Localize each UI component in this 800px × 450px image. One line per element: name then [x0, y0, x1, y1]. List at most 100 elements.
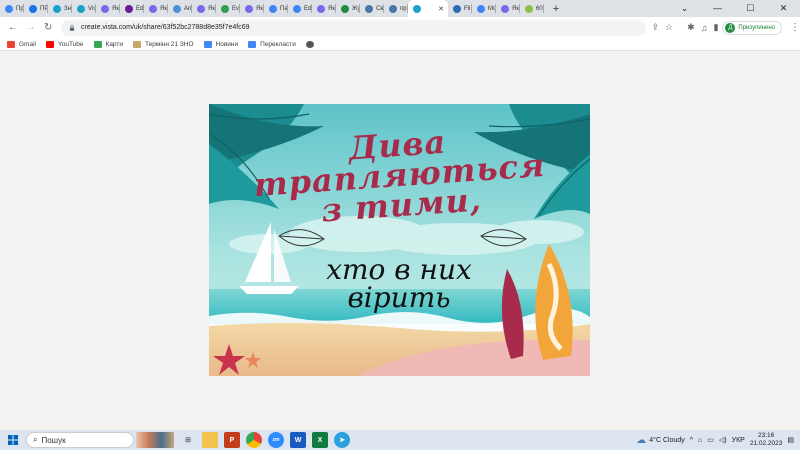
- profile-button[interactable]: Д Призупинено: [722, 20, 782, 35]
- tab[interactable]: ПР: [24, 0, 48, 17]
- chevron-up-icon[interactable]: ^: [690, 437, 693, 444]
- excel-icon[interactable]: X: [312, 432, 328, 448]
- notifications-icon[interactable]: ▤: [787, 436, 794, 444]
- tab[interactable]: Зн: [48, 0, 72, 17]
- word-icon[interactable]: W: [290, 432, 306, 448]
- maximize-button[interactable]: ☐: [734, 0, 767, 17]
- tab[interactable]: пр: [384, 0, 408, 17]
- battery-icon[interactable]: ▭: [707, 436, 714, 444]
- tab[interactable]: Evi: [216, 0, 240, 17]
- back-button[interactable]: ←: [4, 22, 22, 33]
- taskbar-search[interactable]: ⌕ Пошук: [26, 432, 134, 448]
- tab[interactable]: Як: [312, 0, 336, 17]
- telegram-icon[interactable]: ➤: [334, 432, 350, 448]
- tab[interactable]: Edi: [288, 0, 312, 17]
- image-icon: [173, 4, 181, 13]
- google-icon: [269, 4, 277, 13]
- tab-label: Як: [208, 5, 215, 12]
- tab-label: Па: [280, 5, 288, 12]
- tab-label: Св: [376, 5, 384, 12]
- bookmark-item[interactable]: [305, 40, 318, 48]
- tab[interactable]: Жу: [336, 0, 360, 17]
- task-view-icon[interactable]: ⊞: [180, 432, 196, 448]
- tab[interactable]: Па: [264, 0, 288, 17]
- vista-icon: [77, 4, 85, 13]
- tab-label: 60: [536, 5, 543, 12]
- tab[interactable]: Як: [96, 0, 120, 17]
- tab-label: Mo: [488, 5, 496, 12]
- url-text: create.vista.com/uk/share/63f52bc2788d8e…: [81, 24, 250, 31]
- speaker-icon[interactable]: ◁): [719, 436, 727, 444]
- tab[interactable]: Пр: [0, 0, 24, 17]
- evi-icon: [221, 4, 229, 13]
- bookmark-label: Перекласти: [260, 40, 296, 48]
- tab[interactable]: Як: [192, 0, 216, 17]
- bookmark-item[interactable]: Gmail: [7, 40, 36, 48]
- share-icon[interactable]: ⇪: [652, 22, 660, 33]
- bookmark-star-icon[interactable]: ☆: [665, 22, 673, 33]
- subline-line-2: вірить: [347, 281, 451, 314]
- chrome-icon[interactable]: [246, 432, 262, 448]
- bookmark-item[interactable]: YouTube: [45, 40, 84, 48]
- gear-icon: [317, 4, 325, 13]
- gmail-icon: [7, 40, 15, 48]
- new-tab-button[interactable]: +: [548, 3, 564, 15]
- vista-icon: [413, 4, 421, 13]
- window-controls: ⌄ — ☐ ✕: [668, 0, 800, 17]
- search-highlight-image[interactable]: [136, 432, 174, 448]
- start-button[interactable]: [0, 435, 26, 445]
- file-explorer-icon[interactable]: [202, 432, 218, 448]
- bookmark-label: Новини: [215, 40, 239, 48]
- bookmark-item[interactable]: Терміни 21 ЗНО: [133, 40, 194, 48]
- menu-icon[interactable]: ⋮: [790, 22, 800, 33]
- tab[interactable]: Ап: [168, 0, 192, 17]
- browser-toolbar: ← → ↻ create.vista.com/uk/share/63f52bc2…: [0, 17, 800, 38]
- close-window-button[interactable]: ✕: [767, 0, 800, 17]
- weather-widget[interactable]: ☁ 4°C Cloudy: [636, 435, 684, 446]
- side-panel-icon[interactable]: ▮: [713, 22, 718, 33]
- tab-list: Пр ПР Зн Vis Як Edi Як Ап Як Evi Як Па Edi Як Жу Св пр ✕ F…: [0, 0, 544, 17]
- tab-search-button[interactable]: ⌄: [668, 0, 701, 17]
- tab-label: пр: [400, 5, 407, 12]
- tab-label: Як: [512, 5, 519, 12]
- maps-icon: [93, 40, 102, 48]
- tab-label: Ап: [184, 5, 192, 12]
- media-icon[interactable]: ♫: [701, 23, 708, 33]
- address-bar[interactable]: create.vista.com/uk/share/63f52bc2788d8e…: [61, 19, 646, 36]
- weather-text: 4°C Cloudy: [649, 436, 685, 444]
- tab[interactable]: Mo: [472, 0, 496, 17]
- tab-label: Evi: [232, 5, 240, 12]
- forward-button[interactable]: →: [22, 22, 40, 33]
- extensions-icon[interactable]: ✱: [687, 22, 695, 33]
- close-tab-icon[interactable]: ✕: [438, 5, 444, 13]
- language-indicator[interactable]: УКР: [732, 437, 745, 444]
- tab[interactable]: 60: [520, 0, 544, 17]
- profile-status: Призупинено: [738, 24, 775, 31]
- tab-strip: Пр ПР Зн Vis Як Edi Як Ап Як Evi Як Па Edi Як Жу Св пр ✕ F…: [0, 0, 800, 17]
- minimize-button[interactable]: —: [701, 0, 734, 17]
- bookmarks-bar: Gmail YouTube Карти Терміни 21 ЗНО Новини Пер…: [0, 38, 800, 51]
- bookmark-item[interactable]: Карти: [93, 40, 123, 48]
- tab[interactable]: Edi: [120, 0, 144, 17]
- clock[interactable]: 23:16 21.02.2023: [750, 432, 783, 448]
- search-label: Пошук: [41, 435, 66, 445]
- bookmark-item[interactable]: Перекласти: [248, 40, 296, 48]
- tab[interactable]: Як: [240, 0, 264, 17]
- tab[interactable]: Св: [360, 0, 384, 17]
- powerpoint-icon[interactable]: P: [224, 432, 240, 448]
- vista-icon: [53, 4, 61, 13]
- bookmark-item[interactable]: Новини: [203, 40, 239, 48]
- tab-label: Як: [328, 5, 335, 12]
- google-icon: [293, 4, 301, 13]
- tab[interactable]: Як: [144, 0, 168, 17]
- google-icon: [5, 4, 13, 13]
- tab[interactable]: Як: [496, 0, 520, 17]
- tab[interactable]: Vis: [72, 0, 96, 17]
- vk-icon: [389, 4, 397, 13]
- tab[interactable]: ✕: [408, 0, 448, 17]
- reload-button[interactable]: ↻: [39, 22, 57, 33]
- tab[interactable]: Fli: [448, 0, 472, 17]
- plus-icon: [341, 4, 349, 13]
- network-icon[interactable]: ⌂: [698, 437, 702, 444]
- zoom-icon[interactable]: zm: [268, 432, 284, 448]
